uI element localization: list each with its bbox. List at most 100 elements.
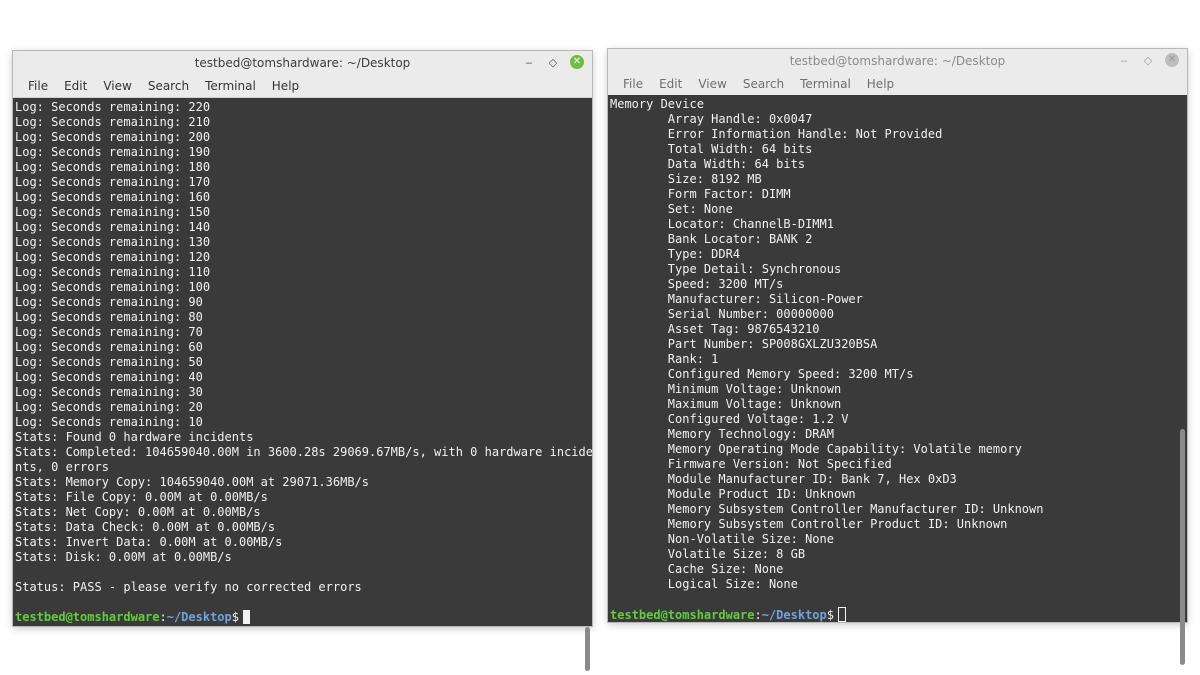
terminal-window-right[interactable]: testbed@tomshardware: ~/Desktop ‒ ◇ ✕ Fi… bbox=[608, 49, 1187, 665]
terminal-line: Log: Seconds remaining: 90 bbox=[15, 295, 203, 309]
terminal-line: Configured Voltage: 1.2 V bbox=[610, 412, 849, 426]
prompt-user: testbed@tomshardware bbox=[15, 610, 160, 624]
terminal-line: Stats: Memory Copy: 104659040.00M at 290… bbox=[15, 475, 370, 489]
terminal-line: Total Width: 64 bits bbox=[610, 142, 813, 156]
menu-edit[interactable]: Edit bbox=[56, 79, 95, 93]
terminal-line: Log: Seconds remaining: 30 bbox=[15, 385, 203, 399]
terminal-line: Bank Locator: BANK 2 bbox=[610, 232, 813, 246]
terminal-line: Log: Seconds remaining: 170 bbox=[15, 175, 211, 189]
terminal-line: Data Width: 64 bits bbox=[610, 157, 806, 171]
terminal-line: Status: PASS - please verify no correcte… bbox=[15, 580, 362, 594]
terminal-line: Type Detail: Synchronous bbox=[610, 262, 842, 276]
terminal-output[interactable]: Log: Seconds remaining: 220 Log: Seconds … bbox=[13, 98, 592, 626]
terminal-line: Asset Tag: 9876543210 bbox=[610, 322, 820, 336]
terminal-line: Stats: Completed: 104659040.00M in 3600.… bbox=[15, 445, 592, 459]
prompt-dollar: $ bbox=[826, 608, 834, 622]
maximize-icon[interactable]: ◇ bbox=[546, 55, 560, 69]
terminal-line: Stats: Disk: 0.00M at 0.00MB/s bbox=[15, 550, 232, 564]
terminal-line: Minimum Voltage: Unknown bbox=[610, 382, 842, 396]
menu-view[interactable]: View bbox=[690, 77, 734, 91]
scrollbar-thumb[interactable] bbox=[1180, 429, 1185, 665]
menu-terminal[interactable]: Terminal bbox=[197, 79, 264, 93]
menu-bar: File Edit View Search Terminal Help bbox=[608, 73, 1187, 96]
terminal-line: Log: Seconds remaining: 20 bbox=[15, 400, 203, 414]
prompt-dollar: $ bbox=[231, 610, 239, 624]
terminal-line: Log: Seconds remaining: 220 bbox=[15, 100, 211, 114]
scrollbar-thumb[interactable] bbox=[585, 627, 590, 671]
menu-file[interactable]: File bbox=[615, 77, 651, 91]
terminal-line: Log: Seconds remaining: 100 bbox=[15, 280, 211, 294]
terminal-line: Locator: ChannelB-DIMM1 bbox=[610, 217, 834, 231]
terminal-line: Stats: Net Copy: 0.00M at 0.00MB/s bbox=[15, 505, 261, 519]
terminal-line: Error Information Handle: Not Provided bbox=[610, 127, 943, 141]
terminal-line: Log: Seconds remaining: 180 bbox=[15, 160, 211, 174]
terminal-line: Manufacturer: Silicon-Power bbox=[610, 292, 863, 306]
terminal-line: Form Factor: DIMM bbox=[610, 187, 791, 201]
terminal-line: Non-Volatile Size: None bbox=[610, 532, 834, 546]
menu-search[interactable]: Search bbox=[735, 77, 792, 91]
minimize-icon[interactable]: ‒ bbox=[522, 55, 536, 69]
terminal-line: Part Number: SP008GXLZU320BSA bbox=[610, 337, 878, 351]
terminal-output[interactable]: Memory Device Array Handle: 0x0047 Error… bbox=[608, 95, 1187, 622]
terminal-line: Log: Seconds remaining: 70 bbox=[15, 325, 203, 339]
prompt-user: testbed@tomshardware bbox=[610, 608, 755, 622]
minimize-icon[interactable]: ‒ bbox=[1117, 53, 1131, 67]
terminal-line: Log: Seconds remaining: 50 bbox=[15, 355, 203, 369]
terminal-line: Memory Operating Mode Capability: Volati… bbox=[610, 442, 1022, 456]
terminal-window-left[interactable]: testbed@tomshardware: ~/Desktop ‒ ◇ ✕ Fi… bbox=[13, 51, 592, 671]
menu-terminal[interactable]: Terminal bbox=[792, 77, 859, 91]
terminal-line: Log: Seconds remaining: 40 bbox=[15, 370, 203, 384]
terminal-line: Log: Seconds remaining: 80 bbox=[15, 310, 203, 324]
terminal-line: Stats: Invert Data: 0.00M at 0.00MB/s bbox=[15, 535, 283, 549]
terminal-line: Size: 8192 MB bbox=[610, 172, 762, 186]
title-bar[interactable]: testbed@tomshardware: ~/Desktop ‒ ◇ ✕ bbox=[13, 51, 592, 75]
terminal-line: Module Product ID: Unknown bbox=[610, 487, 856, 501]
terminal-line: Rank: 1 bbox=[610, 352, 719, 366]
terminal-line: Memory Subsystem Controller Product ID: … bbox=[610, 517, 1008, 531]
terminal-line: Cache Size: None bbox=[610, 562, 784, 576]
window-title: testbed@tomshardware: ~/Desktop bbox=[194, 56, 411, 70]
terminal-line: Serial Number: 00000000 bbox=[610, 307, 834, 321]
text-cursor bbox=[838, 607, 846, 622]
title-bar[interactable]: testbed@tomshardware: ~/Desktop ‒ ◇ ✕ bbox=[608, 49, 1187, 73]
terminal-line: Stats: Found 0 hardware incidents bbox=[15, 430, 254, 444]
prompt-separator: : bbox=[754, 608, 762, 622]
prompt-path: ~/Desktop bbox=[761, 608, 827, 622]
terminal-line: Memory Technology: DRAM bbox=[610, 427, 834, 441]
terminal-line: Configured Memory Speed: 3200 MT/s bbox=[610, 367, 914, 381]
menu-search[interactable]: Search bbox=[140, 79, 197, 93]
terminal-line: Array Handle: 0x0047 bbox=[610, 112, 813, 126]
close-icon[interactable]: ✕ bbox=[1165, 53, 1179, 67]
terminal-line: Log: Seconds remaining: 150 bbox=[15, 205, 211, 219]
terminal-line: Module Manufacturer ID: Bank 7, Hex 0xD3 bbox=[610, 472, 957, 486]
menu-help[interactable]: Help bbox=[264, 79, 307, 93]
prompt-path: ~/Desktop bbox=[166, 610, 232, 624]
terminal-line: Memory Device bbox=[610, 97, 704, 111]
terminal-line: Log: Seconds remaining: 60 bbox=[15, 340, 203, 354]
terminal-line: Type: DDR4 bbox=[610, 247, 741, 261]
shell-prompt[interactable]: testbed@tomshardware:~/Desktop$ bbox=[15, 610, 592, 625]
terminal-line: Speed: 3200 MT/s bbox=[610, 277, 784, 291]
menu-help[interactable]: Help bbox=[859, 77, 902, 91]
text-cursor bbox=[243, 610, 250, 624]
menu-bar: File Edit View Search Terminal Help bbox=[13, 75, 592, 98]
shell-prompt[interactable]: testbed@tomshardware:~/Desktop$ bbox=[610, 607, 1187, 622]
window-title: testbed@tomshardware: ~/Desktop bbox=[789, 54, 1006, 68]
terminal-line: Log: Seconds remaining: 120 bbox=[15, 250, 211, 264]
terminal-line: Log: Seconds remaining: 190 bbox=[15, 145, 211, 159]
prompt-separator: : bbox=[159, 610, 167, 624]
terminal-line: Log: Seconds remaining: 110 bbox=[15, 265, 211, 279]
terminal-line: Logical Size: None bbox=[610, 577, 798, 591]
maximize-icon[interactable]: ◇ bbox=[1141, 53, 1155, 67]
menu-edit[interactable]: Edit bbox=[651, 77, 690, 91]
terminal-line: Memory Subsystem Controller Manufacturer… bbox=[610, 502, 1044, 516]
close-icon[interactable]: ✕ bbox=[570, 55, 584, 69]
menu-view[interactable]: View bbox=[95, 79, 139, 93]
menu-file[interactable]: File bbox=[20, 79, 56, 93]
terminal-line: Log: Seconds remaining: 160 bbox=[15, 190, 211, 204]
terminal-line: Log: Seconds remaining: 10 bbox=[15, 415, 203, 429]
terminal-line: nts, 0 errors bbox=[15, 460, 109, 474]
